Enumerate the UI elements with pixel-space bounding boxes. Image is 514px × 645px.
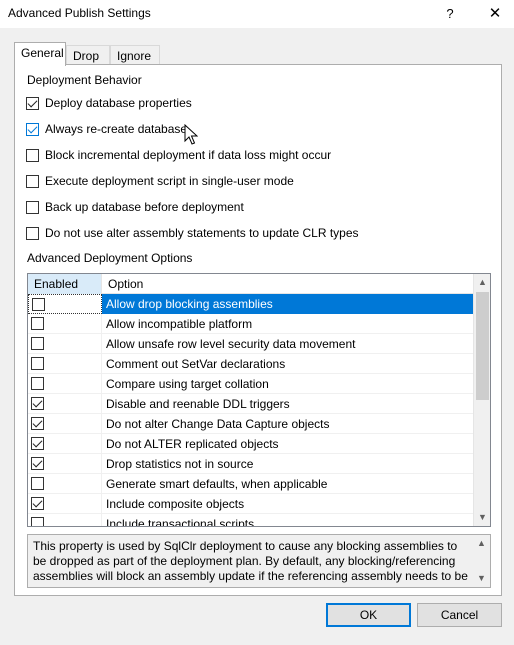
table-row[interactable]: Comment out SetVar declarations <box>28 354 473 374</box>
enabled-cell[interactable] <box>28 434 102 454</box>
table-row[interactable]: Include transactional scripts <box>28 514 473 526</box>
always-recreate-database-checkbox[interactable] <box>26 122 39 136</box>
enabled-cell[interactable] <box>28 454 102 474</box>
scroll-thumb[interactable] <box>476 292 489 400</box>
enabled-cell[interactable] <box>28 374 102 394</box>
enabled-checkbox[interactable] <box>31 497 44 510</box>
table-row[interactable]: Allow drop blocking assemblies <box>28 294 473 314</box>
help-button[interactable]: ? <box>438 3 462 25</box>
window-title: Advanced Publish Settings <box>8 6 151 20</box>
enabled-checkbox[interactable] <box>32 298 45 311</box>
deploy-database-properties-checkbox[interactable] <box>26 96 39 110</box>
single-user-mode-checkbox[interactable] <box>26 174 39 188</box>
table-row[interactable]: Allow incompatible platform <box>28 314 473 334</box>
option-cell: Allow incompatible platform <box>102 314 473 334</box>
scroll-up-icon[interactable]: ▲ <box>474 274 490 291</box>
grid-vertical-scrollbar[interactable]: ▲ ▼ <box>473 274 490 526</box>
cancel-button[interactable]: Cancel <box>417 603 502 627</box>
enabled-cell[interactable] <box>28 294 102 314</box>
tab-ignore[interactable]: Ignore <box>110 45 160 66</box>
option-cell: Generate smart defaults, when applicable <box>102 474 473 494</box>
option-column-header[interactable]: Option <box>102 274 473 294</box>
enabled-checkbox[interactable] <box>31 457 44 470</box>
no-alter-assembly-option[interactable]: Do not use alter assembly statements to … <box>26 224 359 242</box>
description-vertical-scrollbar[interactable]: ▲ ▼ <box>473 535 490 587</box>
enabled-cell[interactable] <box>28 414 102 434</box>
option-cell: Disable and reenable DDL triggers <box>102 394 473 414</box>
block-incremental-deployment-label: Block incremental deployment if data los… <box>45 148 332 162</box>
enabled-checkbox[interactable] <box>31 397 44 410</box>
enabled-checkbox[interactable] <box>31 317 44 330</box>
grid-rows: Allow drop blocking assemblies Allow inco… <box>28 294 473 526</box>
tab-drop[interactable]: Drop <box>66 45 110 66</box>
ok-button[interactable]: OK <box>326 603 411 627</box>
enabled-checkbox[interactable] <box>31 337 44 350</box>
no-alter-assembly-checkbox[interactable] <box>26 226 39 240</box>
block-incremental-deployment-option[interactable]: Block incremental deployment if data los… <box>26 146 331 164</box>
table-row[interactable]: Include composite objects <box>28 494 473 514</box>
advanced-deployment-options-heading: Advanced Deployment Options <box>27 251 193 265</box>
enabled-cell[interactable] <box>28 334 102 354</box>
deploy-database-properties-label: Deploy database properties <box>45 96 192 110</box>
scroll-up-icon[interactable]: ▲ <box>473 535 490 552</box>
enabled-checkbox[interactable] <box>31 437 44 450</box>
enabled-checkbox[interactable] <box>31 517 44 526</box>
option-cell: Allow drop blocking assemblies <box>102 294 473 314</box>
table-row[interactable]: Disable and reenable DDL triggers <box>28 394 473 414</box>
advanced-options-grid[interactable]: Enabled Option Allow drop blocking assem… <box>27 273 491 527</box>
backup-database-checkbox[interactable] <box>26 200 39 214</box>
deploy-database-properties-option[interactable]: Deploy database properties <box>26 94 192 112</box>
title-bar: Advanced Publish Settings ? ✕ <box>0 0 514 28</box>
scroll-down-icon[interactable]: ▼ <box>473 570 490 587</box>
single-user-mode-label: Execute deployment script in single-user… <box>45 174 294 188</box>
deployment-behavior-heading: Deployment Behavior <box>27 73 142 87</box>
enabled-cell[interactable] <box>28 354 102 374</box>
backup-database-option[interactable]: Back up database before deployment <box>26 198 244 216</box>
option-cell: Drop statistics not in source <box>102 454 473 474</box>
option-description-text: This property is used by SqlClr deployme… <box>33 539 468 585</box>
table-row[interactable]: Do not alter Change Data Capture objects <box>28 414 473 434</box>
enabled-cell[interactable] <box>28 394 102 414</box>
option-cell: Include transactional scripts <box>102 514 473 526</box>
enabled-checkbox[interactable] <box>31 377 44 390</box>
scroll-down-icon[interactable]: ▼ <box>474 509 490 526</box>
grid-header: Enabled Option <box>28 274 473 294</box>
always-recreate-database-label: Always re-create database <box>45 122 188 136</box>
enabled-column-header[interactable]: Enabled <box>28 274 102 294</box>
no-alter-assembly-label: Do not use alter assembly statements to … <box>45 226 359 240</box>
table-row[interactable]: Do not ALTER replicated objects <box>28 434 473 454</box>
enabled-checkbox[interactable] <box>31 357 44 370</box>
enabled-cell[interactable] <box>28 494 102 514</box>
option-description-box[interactable]: This property is used by SqlClr deployme… <box>27 534 491 588</box>
enabled-cell[interactable] <box>28 514 102 526</box>
single-user-mode-option[interactable]: Execute deployment script in single-user… <box>26 172 294 190</box>
option-cell: Compare using target collation <box>102 374 473 394</box>
tab-general[interactable]: General <box>14 42 66 66</box>
option-cell: Include composite objects <box>102 494 473 514</box>
enabled-cell[interactable] <box>28 474 102 494</box>
table-row[interactable]: Allow unsafe row level security data mov… <box>28 334 473 354</box>
table-row[interactable]: Generate smart defaults, when applicable <box>28 474 473 494</box>
option-cell: Comment out SetVar declarations <box>102 354 473 374</box>
always-recreate-database-option[interactable]: Always re-create database <box>26 120 187 138</box>
table-row[interactable]: Compare using target collation <box>28 374 473 394</box>
option-cell: Allow unsafe row level security data mov… <box>102 334 473 354</box>
enabled-checkbox[interactable] <box>31 477 44 490</box>
block-incremental-deployment-checkbox[interactable] <box>26 148 39 162</box>
backup-database-label: Back up database before deployment <box>45 200 244 214</box>
table-row[interactable]: Drop statistics not in source <box>28 454 473 474</box>
enabled-cell[interactable] <box>28 314 102 334</box>
close-button[interactable]: ✕ <box>482 3 508 25</box>
option-cell: Do not ALTER replicated objects <box>102 434 473 454</box>
enabled-checkbox[interactable] <box>31 417 44 430</box>
option-cell: Do not alter Change Data Capture objects <box>102 414 473 434</box>
mouse-pointer-icon <box>184 124 198 145</box>
